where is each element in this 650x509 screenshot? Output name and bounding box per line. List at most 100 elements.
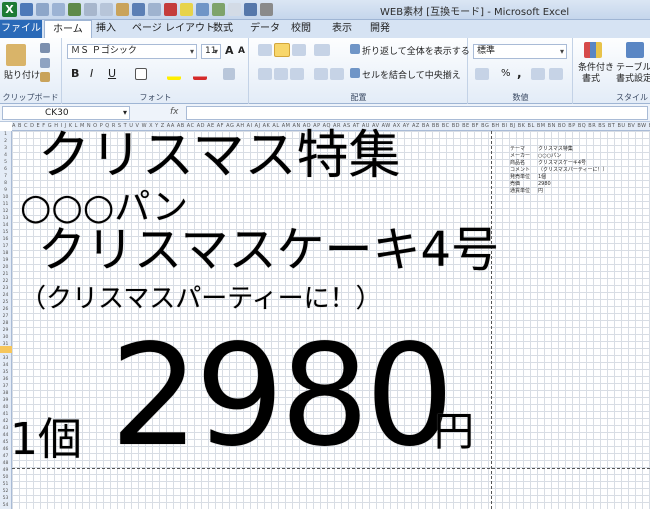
merge-center-icon[interactable] (350, 68, 360, 78)
comma-button[interactable]: , (517, 66, 522, 80)
row-number[interactable]: 50 (0, 474, 11, 481)
tab-formulas[interactable]: 数式 (205, 20, 241, 38)
undo-icon[interactable] (132, 3, 145, 16)
row-number[interactable]: 15 (0, 229, 11, 236)
increase-indent-icon[interactable] (330, 68, 344, 80)
row-number[interactable]: 30 (0, 334, 11, 341)
align-top-icon[interactable] (258, 44, 272, 56)
row-number[interactable]: 5 (0, 159, 11, 166)
paste-button[interactable]: 貼り付け (4, 68, 40, 81)
decrease-decimal-icon[interactable] (549, 68, 563, 80)
row-number[interactable]: 2 (0, 138, 11, 145)
font-size-select[interactable]: 11 (201, 44, 221, 59)
row-number[interactable]: 11 (0, 201, 11, 208)
excel-logo-icon[interactable]: X (2, 2, 17, 17)
row-number[interactable]: 36 (0, 376, 11, 383)
row-number[interactable]: 19 (0, 257, 11, 264)
row-number[interactable]: 29 (0, 327, 11, 334)
cell-maker[interactable]: ○○○パン (20, 190, 188, 226)
row-number[interactable]: 20 (0, 264, 11, 271)
row-number[interactable]: 39 (0, 397, 11, 404)
tab-file[interactable]: ファイル (0, 20, 42, 38)
tab-data[interactable]: データ (242, 20, 288, 38)
cell-title[interactable]: クリスマス特集 (38, 130, 400, 182)
tab-insert[interactable]: 挿入 (88, 20, 124, 38)
row-number[interactable]: 28 (0, 320, 11, 327)
gridlines-icon[interactable] (228, 3, 241, 16)
conditional-format-button-sub[interactable]: 書式 (582, 71, 600, 84)
text-orientation-icon[interactable] (314, 44, 330, 56)
row-number[interactable]: 17 (0, 243, 11, 250)
increase-decimal-icon[interactable] (531, 68, 545, 80)
align-middle-icon[interactable] (274, 43, 290, 57)
row-number[interactable]: 53 (0, 495, 11, 502)
row-number[interactable]: 35 (0, 369, 11, 376)
row-number[interactable]: 21 (0, 271, 11, 278)
row-number[interactable]: 12 (0, 208, 11, 215)
formula-input[interactable] (186, 106, 648, 120)
row-number[interactable]: 51 (0, 481, 11, 488)
row-number[interactable]: 7 (0, 173, 11, 180)
format-painter-icon[interactable] (40, 72, 50, 82)
tab-review[interactable]: 校閲 (283, 20, 319, 38)
row-number[interactable]: 9 (0, 187, 11, 194)
row-number[interactable]: 16 (0, 236, 11, 243)
row-number[interactable]: 38 (0, 390, 11, 397)
italic-button[interactable]: I (90, 67, 93, 80)
wrap-text-icon[interactable] (350, 44, 360, 54)
cell-comment[interactable]: （クリスマスパーティーに！） (20, 286, 382, 312)
grow-font-button[interactable]: A (225, 44, 234, 57)
row-number[interactable]: 6 (0, 166, 11, 173)
cell-quantity[interactable]: 1個 (10, 418, 82, 462)
row-number[interactable]: 34 (0, 362, 11, 369)
chart-icon[interactable] (196, 3, 209, 16)
row-number[interactable]: 14 (0, 222, 11, 229)
row-number[interactable]: 26 (0, 306, 11, 313)
font-color-icon[interactable] (193, 68, 207, 80)
font-color-icon[interactable] (164, 3, 177, 16)
align-left-icon[interactable] (258, 68, 272, 80)
conditional-format-icon[interactable] (584, 42, 602, 58)
phonetic-icon[interactable] (223, 68, 235, 80)
merge-center-button[interactable]: セルを結合して中央揃え (362, 68, 461, 81)
tab-developer[interactable]: 開発 (362, 20, 398, 38)
name-box[interactable]: CK30 (2, 106, 130, 120)
save-icon[interactable] (20, 3, 33, 16)
copy-icon[interactable] (40, 58, 50, 68)
cut-icon[interactable] (40, 43, 50, 53)
wrap-text-button[interactable]: 折り返して全体を表示する (362, 44, 470, 57)
row-number[interactable]: 4 (0, 152, 11, 159)
bold-button[interactable]: B (71, 67, 79, 80)
row-number[interactable]: 40 (0, 404, 11, 411)
align-bottom-icon[interactable] (292, 44, 306, 56)
row-number[interactable]: 1 (0, 131, 11, 138)
insert-function-icon[interactable]: fx (170, 107, 179, 117)
font-name-select[interactable]: ＭＳ Ｐゴシック (67, 44, 197, 59)
paste-icon[interactable] (116, 3, 129, 16)
align-center-icon[interactable] (274, 68, 288, 80)
row-number[interactable]: 49 (0, 467, 11, 474)
print-preview-icon[interactable] (52, 3, 65, 16)
macro-icon[interactable] (260, 3, 273, 16)
row-number[interactable]: 37 (0, 383, 11, 390)
fill-color-icon[interactable] (180, 3, 193, 16)
row-number[interactable]: 22 (0, 278, 11, 285)
format-table-button-sub[interactable]: 書式設定 (616, 71, 650, 84)
paste-icon[interactable] (6, 44, 26, 66)
border-icon[interactable] (135, 68, 147, 80)
format-table-icon[interactable] (626, 42, 644, 58)
redo-icon[interactable] (148, 3, 161, 16)
number-format-select[interactable]: 標準 (473, 44, 567, 59)
align-right-icon[interactable] (290, 68, 304, 80)
table-icon[interactable] (244, 3, 257, 16)
row-number[interactable]: 24 (0, 292, 11, 299)
underline-button[interactable]: U (108, 67, 116, 80)
shrink-font-button[interactable]: A (238, 46, 245, 56)
row-number[interactable]: 13 (0, 215, 11, 222)
row-number[interactable]: 3 (0, 145, 11, 152)
row-number[interactable]: 25 (0, 299, 11, 306)
row-number[interactable]: 33 (0, 355, 11, 362)
row-number[interactable]: 54 (0, 502, 11, 509)
row-number[interactable]: 18 (0, 250, 11, 257)
row-number[interactable]: 10 (0, 194, 11, 201)
